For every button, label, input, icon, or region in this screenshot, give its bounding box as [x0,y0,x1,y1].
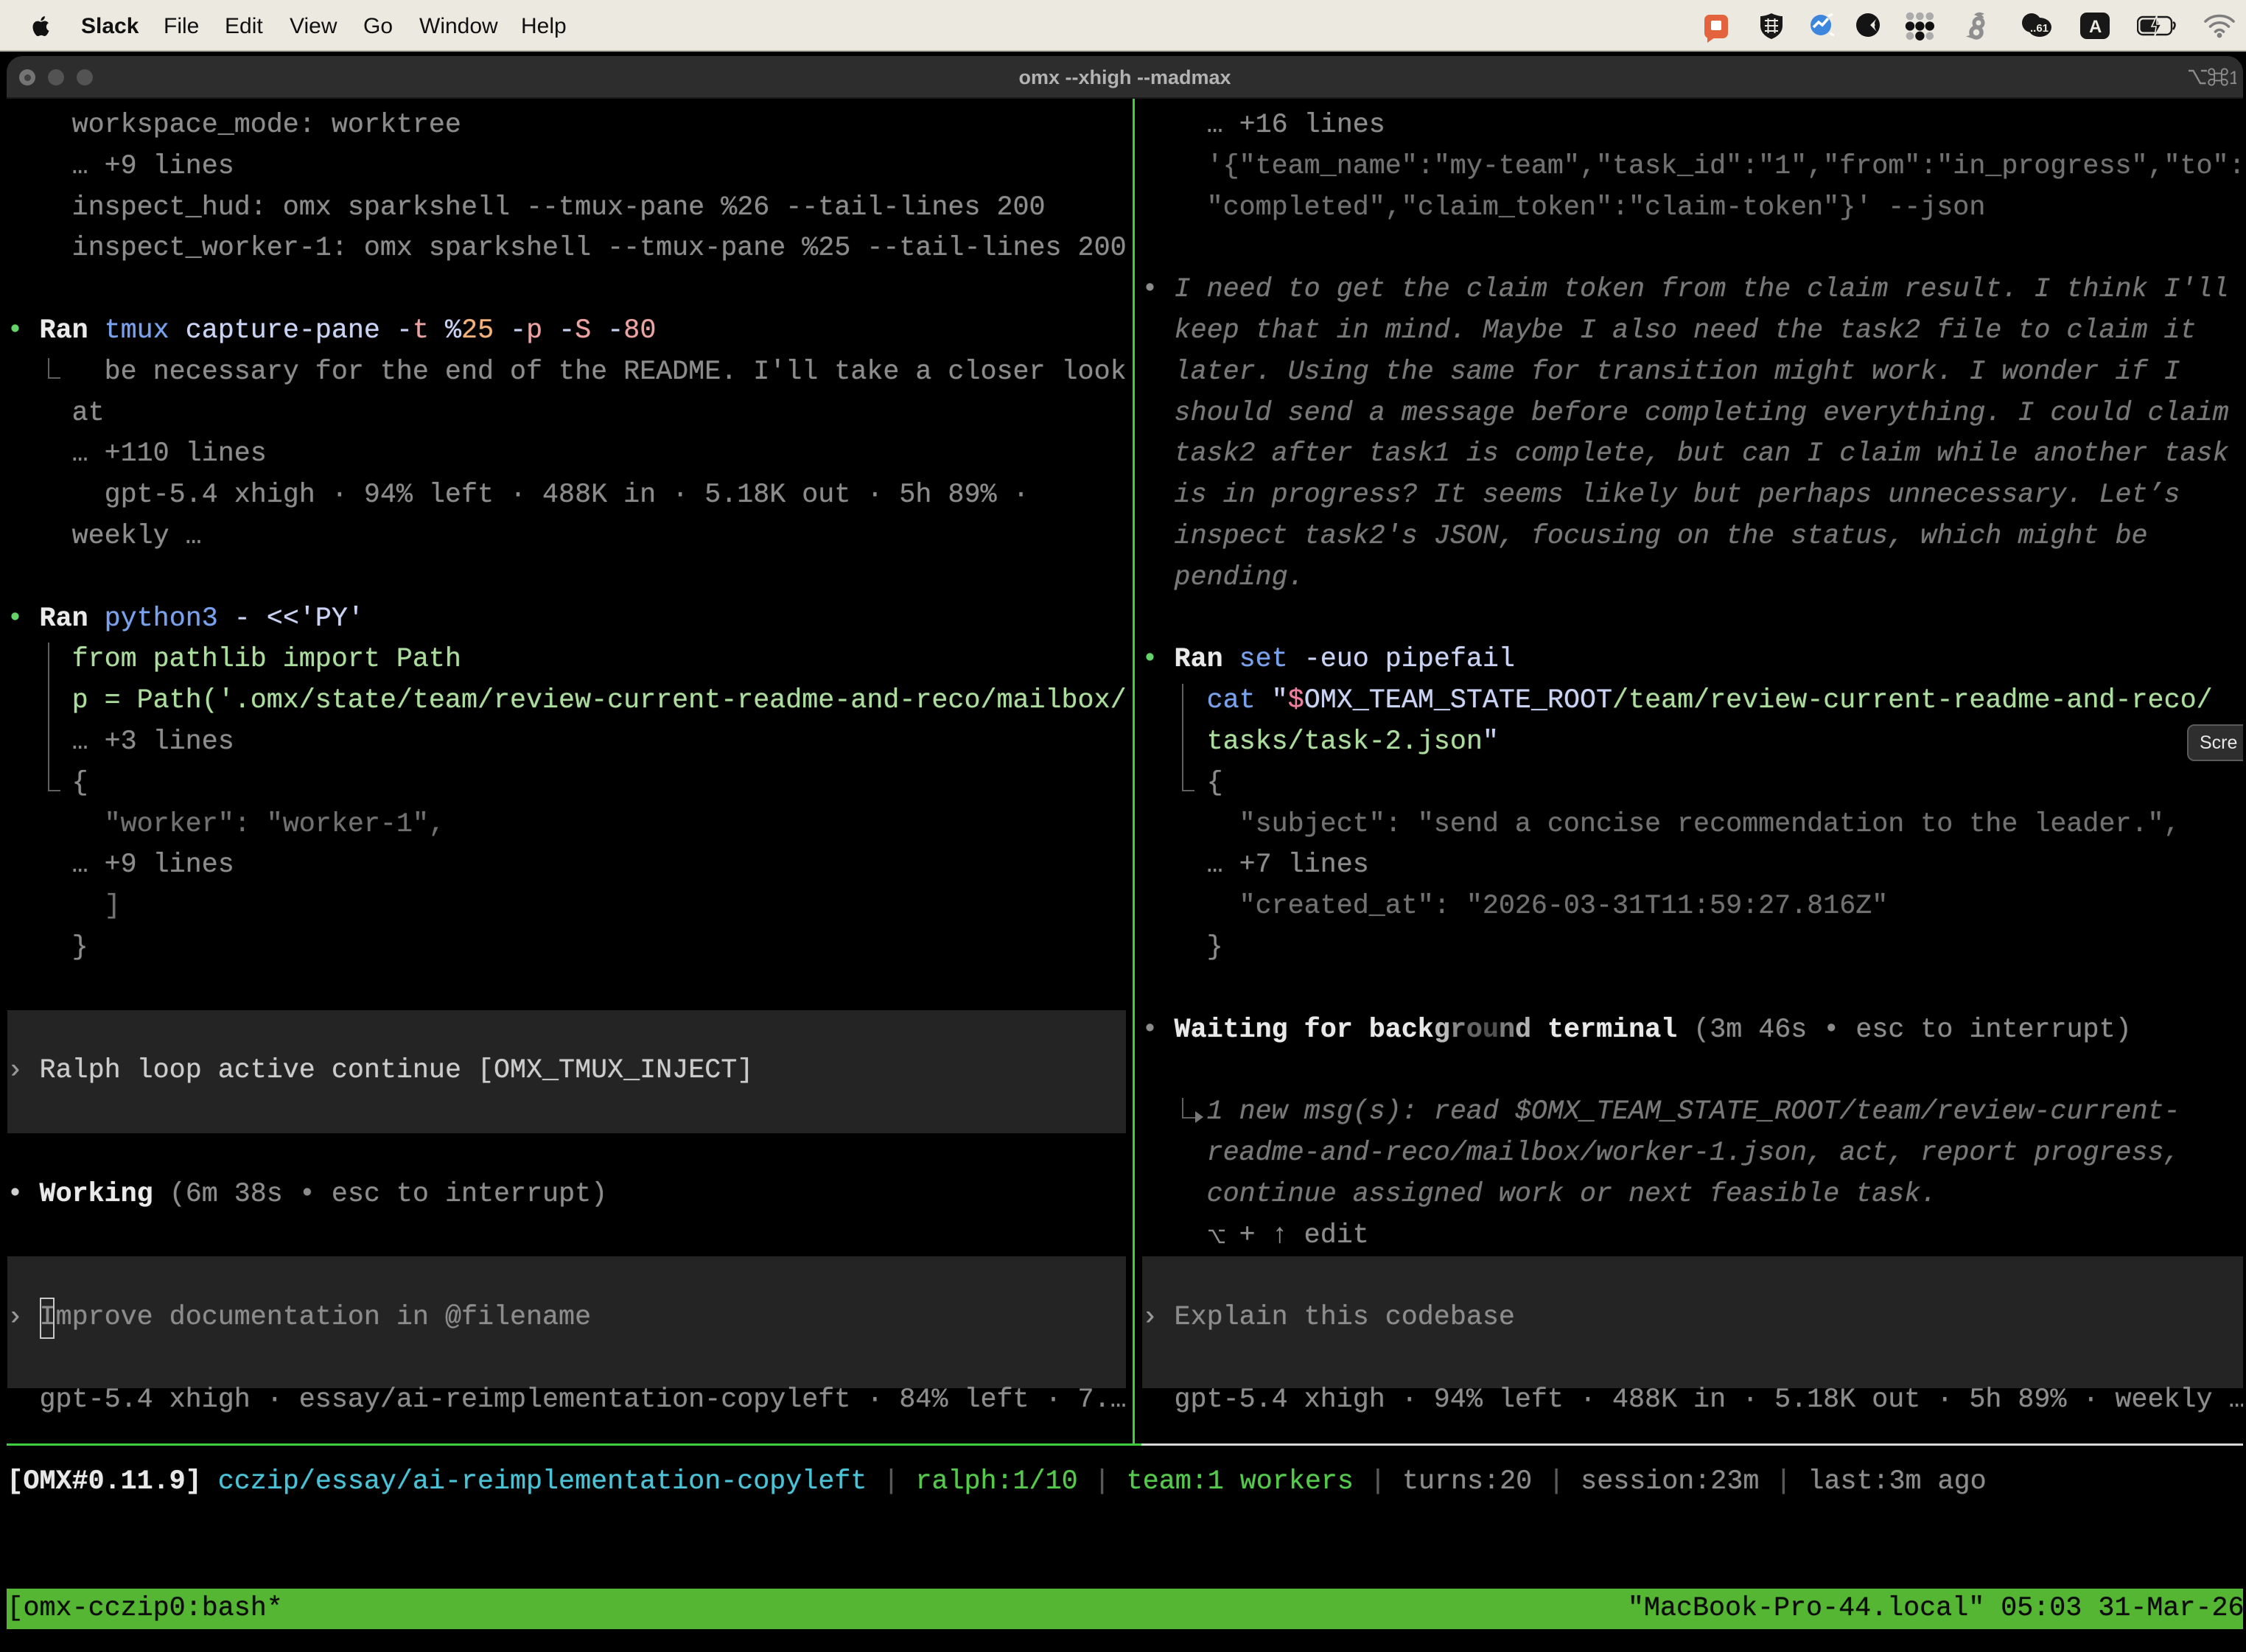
svg-text:1: 1 [2229,68,2236,88]
svg-text:..61: ..61 [2030,22,2049,35]
svg-text:A: A [2089,17,2102,37]
